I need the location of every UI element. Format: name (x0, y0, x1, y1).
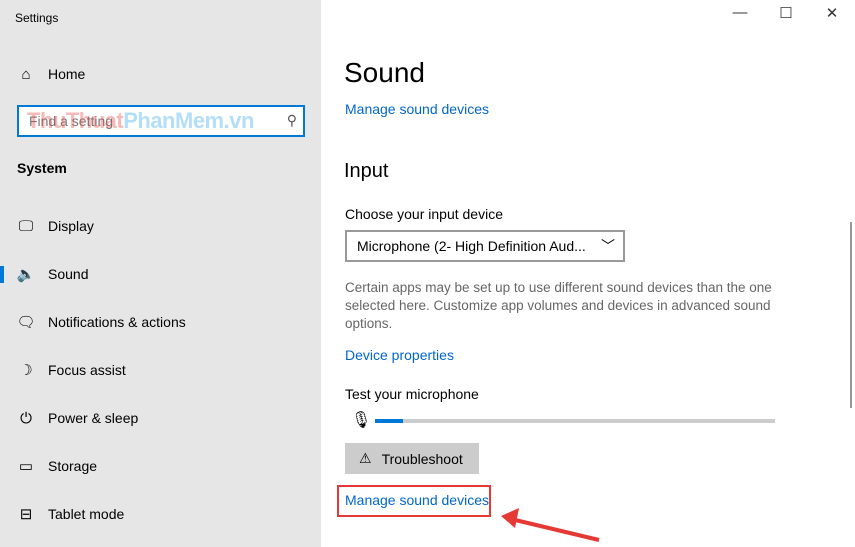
moon-icon: ☽ (19, 362, 33, 379)
search-placeholder: Find a setting (29, 113, 114, 129)
sidebar: Settings ⌂ Home Find a setting ⚲ ThuThuatP… (0, 0, 321, 547)
search-input[interactable]: Find a setting ⚲ (17, 105, 305, 137)
arrow-annotation (501, 508, 600, 542)
power-icon: ⏻ (20, 409, 32, 427)
sidebar-item-label: Sound (48, 266, 89, 282)
storage-icon: ▭ (18, 458, 34, 475)
scrollbar[interactable] (850, 222, 852, 408)
sidebar-item-label: Focus assist (48, 362, 126, 378)
sidebar-item-notifications[interactable]: 🗨 Notifications & actions (0, 304, 321, 340)
sidebar-item-label: Display (48, 218, 94, 234)
sidebar-item-label: Power & sleep (48, 410, 139, 426)
display-icon: 🖵 (18, 217, 34, 235)
sidebar-item-tablet-mode[interactable]: ⊟ Tablet mode (0, 496, 321, 532)
page-title: Sound (344, 57, 425, 88)
sidebar-item-storage[interactable]: ▭ Storage (0, 448, 321, 484)
sidebar-item-display[interactable]: 🖵 Display (0, 208, 321, 244)
notification-icon: 🗨 (16, 314, 36, 331)
microphone-level-fill (375, 419, 403, 423)
content-pane: — ☐ ✕ Sound Manage sound devices Input C… (321, 0, 855, 547)
choose-input-label: Choose your input device (345, 206, 503, 222)
window-title: Settings (15, 11, 59, 25)
sidebar-item-power[interactable]: ⏻ Power & sleep (0, 400, 321, 436)
chevron-down-icon: ﹀ (601, 238, 615, 254)
microphone-level-bar (375, 419, 775, 423)
speaker-icon: 🔈 (16, 266, 36, 283)
close-button[interactable]: ✕ (809, 4, 855, 22)
input-device-dropdown[interactable]: Microphone (2- High Definition Aud... ﹀ (345, 230, 625, 262)
tablet-icon: ⊟ (19, 506, 33, 523)
sidebar-item-label: Home (48, 66, 86, 82)
sidebar-item-home[interactable]: ⌂ Home (0, 56, 321, 92)
troubleshoot-label: Troubleshoot (381, 450, 463, 467)
test-microphone-label: Test your microphone (345, 386, 479, 402)
manage-sound-devices-link-bottom[interactable]: Manage sound devices (345, 492, 489, 508)
sidebar-item-sound[interactable]: 🔈 Sound (0, 256, 321, 292)
manage-sound-devices-link[interactable]: Manage sound devices (345, 101, 489, 117)
microphone-icon: 🎙 (351, 412, 372, 429)
input-heading: Input (344, 160, 389, 182)
sidebar-item-label: Tablet mode (48, 506, 125, 522)
sidebar-item-label: Storage (48, 458, 98, 474)
dropdown-value: Microphone (2- High Definition Aud... (357, 238, 586, 254)
troubleshoot-button[interactable]: ⚠ Troubleshoot (345, 443, 479, 474)
search-icon: ⚲ (286, 112, 297, 128)
maximize-button[interactable]: ☐ (763, 4, 809, 22)
sidebar-item-label: Notifications & actions (48, 314, 186, 330)
warning-icon: ⚠ (359, 450, 372, 466)
sidebar-item-focus-assist[interactable]: ☽ Focus assist (0, 352, 321, 388)
home-icon: ⌂ (21, 65, 31, 83)
description-text: Certain apps may be set up to use differ… (345, 280, 772, 331)
section-heading: System (17, 160, 67, 176)
minimize-button[interactable]: — (717, 4, 763, 21)
device-properties-link[interactable]: Device properties (345, 347, 454, 363)
